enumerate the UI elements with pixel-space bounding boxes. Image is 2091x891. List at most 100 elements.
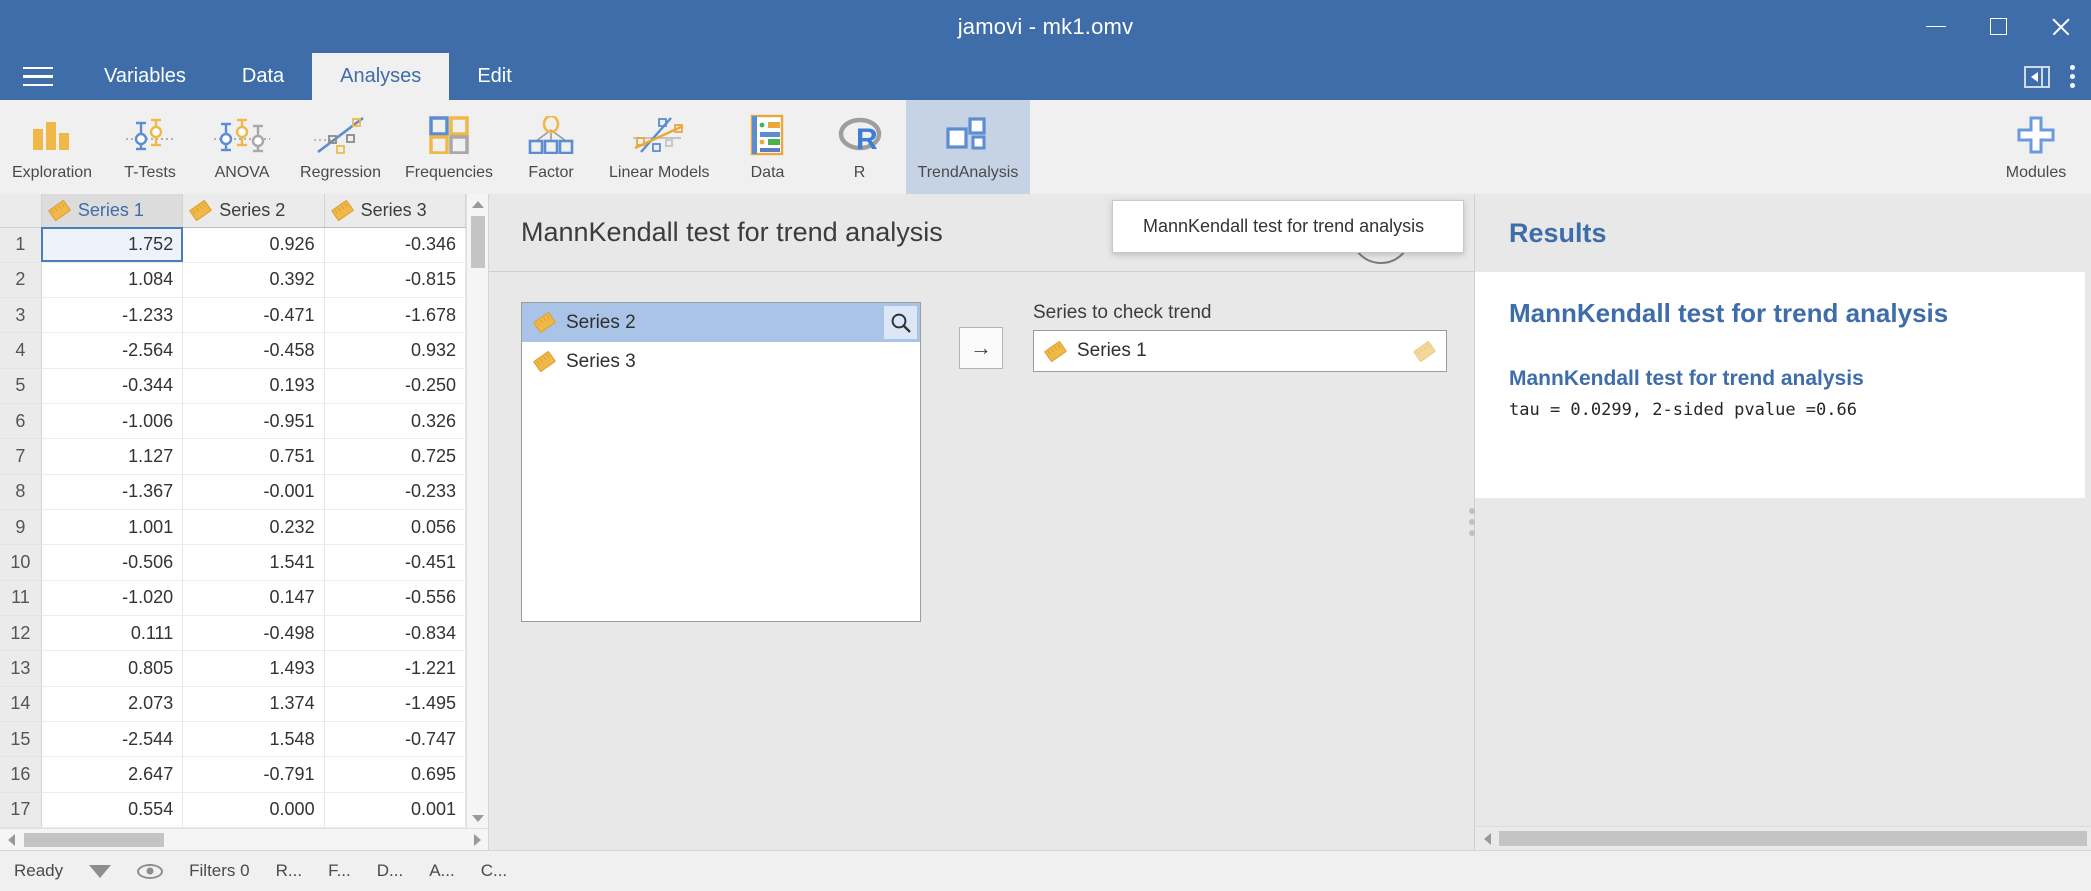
- ribbon-data[interactable]: Data: [722, 100, 814, 194]
- data-cell[interactable]: 0.695: [324, 756, 467, 793]
- results-scroll-left-icon[interactable]: [1475, 832, 1499, 845]
- results-scroll-thumb[interactable]: [1499, 831, 2087, 846]
- data-cell[interactable]: -0.834: [324, 615, 467, 652]
- data-cell[interactable]: -0.344: [41, 368, 184, 405]
- data-cell[interactable]: 0.147: [182, 580, 325, 616]
- status-item-c[interactable]: C...: [481, 861, 507, 881]
- data-cell[interactable]: 0.001: [324, 792, 467, 828]
- data-cell[interactable]: -0.451: [324, 544, 467, 581]
- results-horizontal-scrollbar[interactable]: [1475, 826, 2091, 850]
- results-document[interactable]: MannKendall test for trend analysis Mann…: [1475, 272, 2085, 498]
- data-cell[interactable]: -2.544: [41, 721, 184, 758]
- table-row[interactable]: 7 1.127 0.751 0.725: [0, 438, 467, 475]
- status-item-d[interactable]: D...: [377, 861, 403, 881]
- table-row[interactable]: 16 2.647 -0.791 0.695: [0, 756, 467, 793]
- ribbon-factor[interactable]: Factor: [505, 100, 597, 194]
- tab-edit[interactable]: Edit: [449, 53, 539, 100]
- table-row[interactable]: 5 -0.344 0.193 -0.250: [0, 368, 467, 405]
- data-cell[interactable]: 1.001: [41, 509, 184, 546]
- data-cell[interactable]: 1.548: [182, 721, 325, 758]
- data-cell[interactable]: 1.493: [182, 650, 325, 687]
- ribbon-exploration[interactable]: Exploration: [0, 100, 104, 194]
- column-header-series-3[interactable]: Series 3: [324, 194, 467, 228]
- table-row[interactable]: 3 -1.233 -0.471 -1.678: [0, 297, 467, 334]
- more-options-icon[interactable]: [2070, 65, 2075, 88]
- row-header[interactable]: 8: [0, 474, 42, 511]
- available-variables-list[interactable]: Series 2 Series 3: [521, 302, 921, 622]
- ribbon-anova[interactable]: ANOVA: [196, 100, 288, 194]
- ribbon-regression[interactable]: Regression: [288, 100, 393, 194]
- status-filters[interactable]: Filters 0: [189, 861, 249, 881]
- variable-item-series-2[interactable]: Series 2: [522, 303, 920, 342]
- maximize-button[interactable]: [1967, 0, 2029, 53]
- row-header[interactable]: 16: [0, 756, 42, 793]
- spreadsheet-scroll-area[interactable]: Series 1 Series 2 Series 3 1 1.752 0.926 -0…: [0, 194, 488, 828]
- table-row[interactable]: 6 -1.006 -0.951 0.326: [0, 403, 467, 440]
- target-variable-box[interactable]: Series 1: [1033, 330, 1447, 372]
- data-cell[interactable]: -0.791: [182, 756, 325, 793]
- close-button[interactable]: [2029, 0, 2091, 53]
- data-cell[interactable]: 0.932: [324, 332, 467, 369]
- ribbon-r[interactable]: R R: [814, 100, 906, 194]
- row-header[interactable]: 3: [0, 297, 42, 334]
- data-cell[interactable]: 1.541: [182, 544, 325, 581]
- scroll-left-icon[interactable]: [0, 833, 22, 846]
- data-cell[interactable]: -2.564: [41, 332, 184, 369]
- scroll-right-icon[interactable]: [466, 833, 488, 846]
- data-cell[interactable]: -1.678: [324, 297, 467, 334]
- data-cell[interactable]: -1.233: [41, 297, 184, 334]
- table-row[interactable]: 8 -1.367 -0.001 -0.233: [0, 474, 467, 511]
- column-header-series-2[interactable]: Series 2: [182, 194, 325, 228]
- status-item-f[interactable]: F...: [328, 861, 351, 881]
- data-cell[interactable]: -1.221: [324, 650, 467, 687]
- vertical-scroll-thumb[interactable]: [470, 216, 485, 268]
- row-header[interactable]: 14: [0, 686, 42, 722]
- collapse-panel-icon[interactable]: [2024, 65, 2050, 88]
- ribbon-modules[interactable]: Modules: [1981, 100, 2091, 194]
- table-row[interactable]: 1 1.752 0.926 -0.346: [0, 227, 467, 263]
- tab-variables[interactable]: Variables: [76, 53, 214, 100]
- table-row[interactable]: 2 1.084 0.392 -0.815: [0, 262, 467, 299]
- ribbon-linear-models[interactable]: Linear Models: [597, 100, 722, 194]
- data-cell[interactable]: 0.232: [182, 509, 325, 546]
- assign-variable-button[interactable]: →: [959, 327, 1003, 369]
- data-cell[interactable]: 2.073: [41, 686, 184, 722]
- ribbon-trend-analysis[interactable]: TrendAnalysis: [905, 100, 1031, 194]
- row-header[interactable]: 9: [0, 509, 42, 546]
- table-row[interactable]: 9 1.001 0.232 0.056: [0, 509, 467, 546]
- data-cell[interactable]: 0.111: [41, 615, 184, 652]
- row-header[interactable]: 7: [0, 438, 42, 475]
- data-cell[interactable]: -0.951: [182, 403, 325, 440]
- ribbon-t-tests[interactable]: T-Tests: [104, 100, 196, 194]
- data-cell[interactable]: 1.752: [41, 227, 184, 263]
- data-cell[interactable]: -1.367: [41, 474, 184, 511]
- funnel-icon[interactable]: [89, 864, 112, 891]
- status-item-a[interactable]: A...: [429, 861, 455, 881]
- data-cell[interactable]: -0.250: [324, 368, 467, 405]
- minimize-button[interactable]: [1905, 0, 1967, 53]
- table-row[interactable]: 12 0.111 -0.498 -0.834: [0, 615, 467, 652]
- row-header[interactable]: 15: [0, 721, 42, 758]
- row-header[interactable]: 6: [0, 403, 42, 440]
- data-cell[interactable]: 0.326: [324, 403, 467, 440]
- scroll-up-icon[interactable]: [471, 194, 484, 214]
- row-header[interactable]: 2: [0, 262, 42, 299]
- table-row[interactable]: 14 2.073 1.374 -1.495: [0, 686, 467, 722]
- table-row[interactable]: 13 0.805 1.493 -1.221: [0, 650, 467, 687]
- column-header-series-1[interactable]: Series 1: [41, 194, 184, 228]
- data-cell[interactable]: 0.392: [182, 262, 325, 299]
- data-cell[interactable]: -0.471: [182, 297, 325, 334]
- data-cell[interactable]: -1.495: [324, 686, 467, 722]
- data-cell[interactable]: 0.725: [324, 438, 467, 475]
- row-header[interactable]: 11: [0, 580, 42, 616]
- data-cell[interactable]: 0.926: [182, 227, 325, 263]
- data-cell[interactable]: 1.084: [41, 262, 184, 299]
- data-cell[interactable]: -0.498: [182, 615, 325, 652]
- tab-data[interactable]: Data: [214, 53, 312, 100]
- row-header[interactable]: 4: [0, 332, 42, 369]
- search-icon[interactable]: [884, 306, 917, 339]
- data-cell[interactable]: -1.006: [41, 403, 184, 440]
- data-cell[interactable]: -0.747: [324, 721, 467, 758]
- menu-hamburger-icon[interactable]: [0, 53, 76, 100]
- table-row[interactable]: 11 -1.020 0.147 -0.556: [0, 580, 467, 616]
